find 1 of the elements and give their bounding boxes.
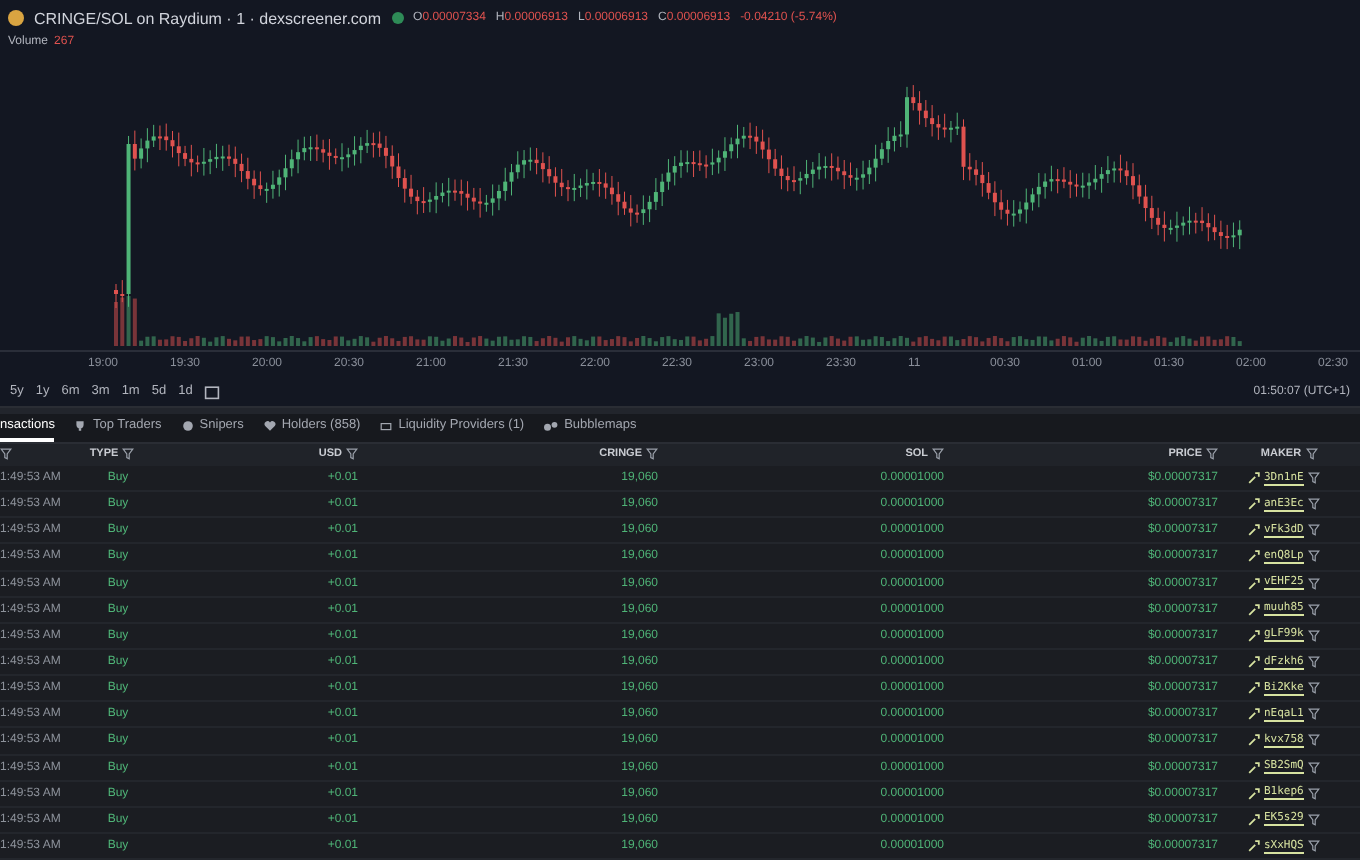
- chart-title: CRINGE/SOL on Raydium · 1 · dexscreener.com: [34, 9, 382, 27]
